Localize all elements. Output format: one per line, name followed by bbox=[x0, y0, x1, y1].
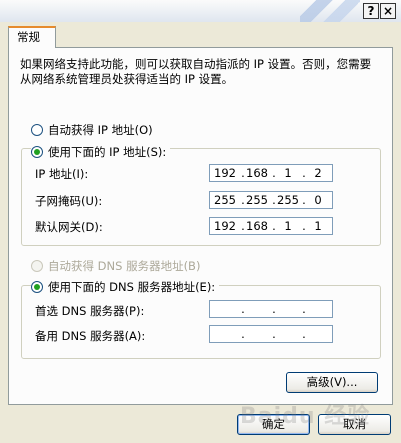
preferred-dns-input[interactable]: . . . bbox=[209, 300, 333, 318]
alternate-dns-label: 备用 DNS 服务器(A): bbox=[35, 329, 146, 343]
title-bar: ? × bbox=[0, 0, 401, 22]
ip-address-label: IP 地址(I): bbox=[35, 167, 89, 181]
manual-ip-label: 使用下面的 IP 地址(S): bbox=[48, 145, 167, 159]
close-button[interactable]: × bbox=[380, 3, 396, 19]
manual-dns-option[interactable]: 使用下面的 DNS 服务器地址(E): bbox=[31, 279, 220, 295]
auto-dns-radio[interactable] bbox=[31, 260, 43, 272]
intro-text: 如果网络支持此功能，则可以获取自动指派的 IP 设置。否则，您需要从网络系统管理… bbox=[20, 57, 372, 86]
default-gateway-input[interactable]: 192. 168. 1. 1 bbox=[209, 217, 333, 235]
baidu-watermark: Baidu 经验 bbox=[240, 404, 371, 429]
ip-address-input[interactable]: 192. 168. 1. 2 bbox=[209, 164, 333, 182]
subnet-mask-label: 子网掩码(U): bbox=[35, 194, 103, 208]
alternate-dns-input[interactable]: . . . bbox=[209, 325, 333, 343]
windows-logo-icon bbox=[300, 0, 360, 22]
subnet-mask-input[interactable]: 255. 255. 255. 0 bbox=[209, 191, 333, 209]
preferred-dns-label: 首选 DNS 服务器(P): bbox=[35, 304, 145, 318]
help-button[interactable]: ? bbox=[363, 3, 379, 19]
dns-settings-group bbox=[21, 285, 381, 359]
manual-dns-label: 使用下面的 DNS 服务器地址(E): bbox=[48, 280, 216, 294]
manual-ip-option[interactable]: 使用下面的 IP 地址(S): bbox=[31, 144, 171, 160]
auto-dns-option[interactable]: 自动获得 DNS 服务器地址(B) bbox=[31, 258, 200, 274]
auto-ip-option[interactable]: 自动获得 IP 地址(O) bbox=[31, 122, 153, 138]
tab-general[interactable]: 常规 bbox=[8, 26, 56, 48]
advanced-button[interactable]: 高级(V)... bbox=[286, 372, 378, 393]
auto-dns-label: 自动获得 DNS 服务器地址(B) bbox=[48, 259, 201, 273]
default-gateway-label: 默认网关(D): bbox=[35, 220, 103, 234]
manual-ip-radio[interactable] bbox=[31, 146, 43, 158]
manual-dns-radio[interactable] bbox=[31, 281, 43, 293]
auto-ip-label: 自动获得 IP 地址(O) bbox=[48, 123, 153, 137]
auto-ip-radio[interactable] bbox=[31, 124, 43, 136]
